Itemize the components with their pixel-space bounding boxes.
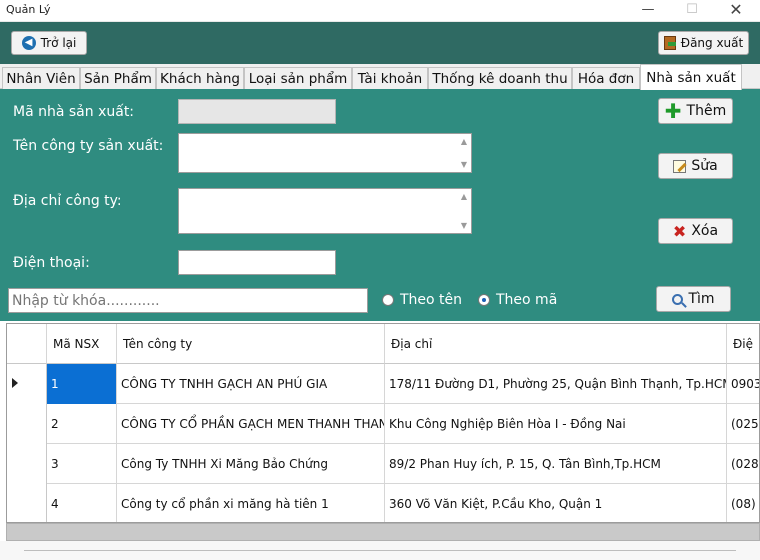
radio-theo-ma-indicator bbox=[478, 294, 490, 306]
add-button-label: Thêm bbox=[686, 103, 727, 119]
radio-theo-ma[interactable]: Theo mã bbox=[478, 292, 557, 308]
current-row-arrow-icon bbox=[12, 378, 18, 388]
ten-cong-ty-field[interactable]: ▲ ▼ bbox=[178, 133, 472, 173]
ma-nsx-label: Mã nhà sản xuất: bbox=[13, 104, 135, 120]
close-button[interactable]: ✕ bbox=[714, 0, 758, 22]
add-button[interactable]: ✚ Thêm bbox=[658, 98, 733, 124]
table-row[interactable]: 1 CÔNG TY TNHH GẠCH AN PHÚ GIA 178/11 Đư… bbox=[7, 364, 759, 404]
tab-hoa-don[interactable]: Hóa đơn bbox=[572, 67, 640, 89]
edit-button-label: Sửa bbox=[691, 158, 718, 174]
search-icon bbox=[672, 293, 684, 305]
row-header[interactable] bbox=[7, 364, 47, 404]
edit-button[interactable]: Sửa bbox=[658, 153, 733, 179]
maximize-button[interactable]: ☐ bbox=[670, 0, 714, 22]
logout-button-label: Đăng xuất bbox=[680, 36, 744, 50]
row-header-corner bbox=[7, 324, 47, 364]
cell-ma[interactable]: 4 bbox=[47, 484, 117, 522]
delete-button[interactable]: ✖ Xóa bbox=[658, 218, 733, 244]
back-arrow-icon: ◀ bbox=[21, 36, 36, 50]
window-titlebar: Quản Lý — ☐ ✕ bbox=[0, 0, 760, 22]
table-row[interactable]: 2 CÔNG TY CỔ PHẦN GẠCH MEN THANH THANH K… bbox=[7, 404, 759, 444]
logout-button[interactable]: Đăng xuất bbox=[658, 31, 749, 55]
tab-nhan-vien[interactable]: Nhân Viên bbox=[2, 67, 80, 89]
column-header-ten-cong-ty[interactable]: Tên công ty bbox=[117, 324, 385, 364]
cell-ten[interactable]: Công ty cổ phần xi măng hà tiên 1 bbox=[117, 484, 385, 522]
back-button-label: Trở lại bbox=[40, 36, 77, 50]
cell-dia-chi[interactable]: 89/2 Phan Huy ích, P. 15, Q. Tân Bình,Tp… bbox=[385, 444, 727, 484]
cell-dien-thoai[interactable]: (028 bbox=[727, 444, 759, 484]
cell-ten[interactable]: CÔNG TY CỔ PHẦN GẠCH MEN THANH THANH bbox=[117, 404, 385, 444]
dia-chi-field[interactable]: ▲ ▼ bbox=[178, 188, 472, 234]
tab-loai-san-pham[interactable]: Loại sản phẩm bbox=[244, 67, 352, 89]
tab-thong-ke-doanh-thu[interactable]: Thống kê doanh thu bbox=[428, 67, 572, 89]
column-header-dien-thoai[interactable]: Điệ bbox=[727, 324, 759, 364]
find-button[interactable]: Tìm bbox=[656, 286, 731, 312]
cell-dien-thoai[interactable]: (08) bbox=[727, 484, 759, 522]
tab-khach-hang[interactable]: Khách hàng bbox=[156, 67, 244, 89]
edit-pencil-icon bbox=[673, 159, 687, 173]
search-input[interactable] bbox=[8, 288, 368, 313]
tab-san-pham[interactable]: Sản Phẩm bbox=[80, 67, 156, 89]
cell-ma[interactable]: 2 bbox=[47, 404, 117, 444]
back-button[interactable]: ◀ Trở lại bbox=[11, 31, 87, 55]
radio-theo-ten[interactable]: Theo tên bbox=[382, 292, 462, 308]
table-row[interactable]: 4 Công ty cổ phần xi măng hà tiên 1 360 … bbox=[7, 484, 759, 522]
table-horizontal-scrollbar[interactable] bbox=[6, 523, 760, 541]
cell-ma[interactable]: 3 bbox=[47, 444, 117, 484]
radio-theo-ten-indicator bbox=[382, 294, 394, 306]
row-header[interactable] bbox=[7, 444, 47, 484]
cell-ma[interactable]: 1 bbox=[47, 364, 117, 404]
window-title: Quản Lý bbox=[6, 3, 51, 16]
find-button-label: Tìm bbox=[688, 291, 715, 307]
logout-door-icon bbox=[663, 36, 676, 50]
window-footer bbox=[0, 541, 760, 560]
cell-dien-thoai[interactable]: 0903 bbox=[727, 364, 759, 404]
ten-cong-ty-label: Tên công ty sản xuất: bbox=[13, 138, 164, 154]
radio-theo-ten-label: Theo tên bbox=[400, 292, 463, 308]
tab-strip: Nhân Viên Sản Phẩm Khách hàng Loại sản p… bbox=[0, 64, 760, 90]
minimize-button[interactable]: — bbox=[626, 0, 670, 22]
toolbar: ◀ Trở lại Đăng xuất bbox=[0, 22, 760, 64]
cell-dia-chi[interactable]: Khu Công Nghiệp Biên Hòa I - Đồng Nai bbox=[385, 404, 727, 444]
cell-ten[interactable]: Công Ty TNHH Xi Măng Bảo Chứng bbox=[117, 444, 385, 484]
tab-tai-khoan[interactable]: Tài khoản bbox=[352, 67, 428, 89]
row-header[interactable] bbox=[7, 404, 47, 444]
cell-dia-chi[interactable]: 178/11 Đường D1, Phường 25, Quận Bình Th… bbox=[385, 364, 727, 404]
manufacturer-form-panel: Mã nhà sản xuất: Tên công ty sản xuất: ▲… bbox=[0, 89, 760, 321]
dien-thoai-field[interactable] bbox=[178, 250, 336, 275]
column-header-ma-nsx[interactable]: Mã NSX bbox=[47, 324, 117, 364]
ten-cong-ty-scrollbar[interactable]: ▲ ▼ bbox=[459, 137, 469, 169]
column-header-dia-chi[interactable]: Địa chỉ bbox=[385, 324, 727, 364]
dia-chi-label: Địa chỉ công ty: bbox=[13, 193, 122, 209]
ma-nsx-field[interactable] bbox=[178, 99, 336, 124]
cell-ten[interactable]: CÔNG TY TNHH GẠCH AN PHÚ GIA bbox=[117, 364, 385, 404]
radio-theo-ma-label: Theo mã bbox=[496, 292, 558, 308]
manufacturer-table[interactable]: Mã NSX Tên công ty Địa chỉ Điệ 1 CÔNG TY… bbox=[6, 323, 760, 523]
plus-icon: ✚ bbox=[664, 99, 682, 123]
dia-chi-scrollbar[interactable]: ▲ ▼ bbox=[459, 192, 469, 230]
dien-thoai-label: Điện thoại: bbox=[13, 255, 90, 271]
cell-dia-chi[interactable]: 360 Võ Văn Kiệt, P.Cầu Kho, Quận 1 bbox=[385, 484, 727, 522]
delete-button-label: Xóa bbox=[691, 223, 719, 239]
cell-dien-thoai[interactable]: (025 bbox=[727, 404, 759, 444]
tab-nha-san-xuat[interactable]: Nhà sản xuất bbox=[640, 64, 742, 90]
table-row[interactable]: 3 Công Ty TNHH Xi Măng Bảo Chứng 89/2 Ph… bbox=[7, 444, 759, 484]
row-header[interactable] bbox=[7, 484, 47, 522]
footer-divider bbox=[24, 550, 736, 551]
delete-x-icon: ✖ bbox=[672, 221, 687, 241]
